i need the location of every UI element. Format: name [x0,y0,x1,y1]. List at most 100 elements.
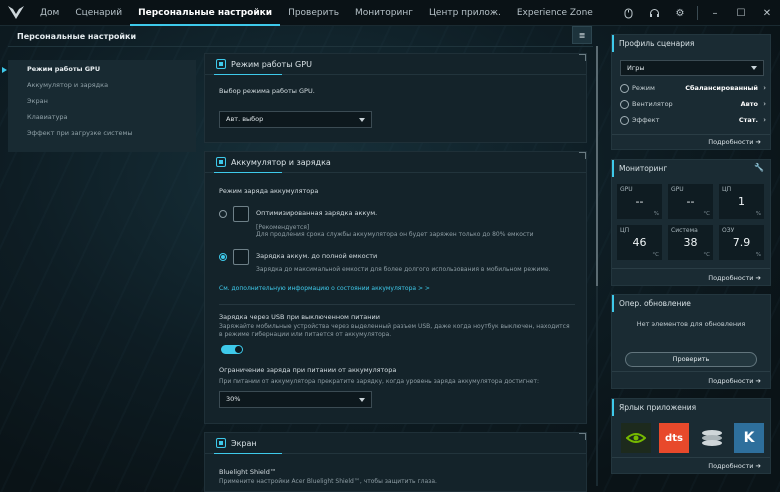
scrollbar-thumb[interactable] [596,46,598,286]
divider [697,6,698,20]
metric-label: ОЗУ [722,227,735,234]
row-label: Вентилятор [632,100,673,108]
divider [612,371,770,372]
usb-charge-desc-2: в режиме гибернации или питается от акку… [219,331,392,338]
divider [612,134,770,135]
gpu-mode-label: Выбор режима работы GPU. [219,87,315,95]
metric-value: -- [686,195,695,208]
check-updates-button[interactable]: Проверить [625,352,757,367]
minimize-icon[interactable]: – [702,0,728,26]
battery-icon [216,157,226,167]
bluelight-title: Bluelight Shield™ [219,468,277,476]
section-title: Режим работы GPU [231,59,312,69]
arrow-right-icon: ➔ [755,462,761,470]
tab-check[interactable]: Проверить [280,0,347,26]
charge-limit-select[interactable]: 30% [219,391,372,408]
row-value: Сбалансированный [685,84,758,92]
battery-80-icon [233,206,249,222]
killer-app-icon[interactable]: K [734,423,764,453]
charge-limit-desc: При питании от аккумулятора прекратите з… [219,378,539,385]
panel-toggle-icon[interactable]: ≣ [572,26,592,44]
widget-title: Мониторинг [612,160,770,177]
metric-label: Система [671,227,698,234]
sidebar-item-gpu-mode[interactable]: Режим работы GPU [2,61,196,77]
mouse-icon[interactable] [615,0,641,26]
divider [612,268,770,269]
metric-unit: % [653,211,659,217]
maximize-icon[interactable]: ☐ [728,0,754,26]
chevron-right-icon: › [763,100,766,108]
metric-value: -- [635,195,644,208]
tab-monitoring[interactable]: Мониторинг [347,0,421,26]
tab-experience-zone[interactable]: Experience Zone [509,0,601,26]
full-charge-radio[interactable] [219,253,227,261]
usb-charge-toggle[interactable] [221,345,243,354]
sidebar-item-boot-effect[interactable]: Эффект при загрузке системы [8,125,196,141]
gear-icon[interactable]: ⚙ [667,0,693,26]
metric-system-temp: Система 38 °C [668,225,713,260]
wrench-icon[interactable]: 🔧 [754,163,764,172]
widget-title: Опер. обновление [612,295,770,312]
nvidia-app-icon[interactable] [621,423,651,453]
optimized-charge-desc: Для продления срока службы аккумулятора … [256,231,534,238]
tab-scenario[interactable]: Сценарий [67,0,130,26]
screen-icon [216,438,226,448]
arrow-right-icon: ➔ [755,377,761,385]
metric-unit: °C [703,252,710,258]
sun-icon [620,116,629,125]
metric-label: GPU [671,186,684,193]
profile-row-effect[interactable]: Эффект Стат. › [620,114,766,128]
metric-value: 46 [632,236,647,249]
row-value: Стат. [738,116,758,124]
metric-label: ЦП [620,227,630,234]
section-title: Аккумулятор и зарядка [231,157,331,167]
divider [612,457,770,458]
optimized-charge-radio[interactable] [219,210,227,218]
close-icon[interactable]: ✕ [754,0,780,26]
app-shortcuts-widget: Ярлык приложения dts K Подробности ➔ [611,398,771,474]
no-updates-text: Нет элементов для обновления [636,320,746,328]
headset-icon[interactable] [641,0,667,26]
tab-home[interactable]: Дом [32,0,67,26]
profile-row-mode[interactable]: Режим Сбалансированный › [620,82,766,96]
profile-select[interactable]: Игры [620,60,764,76]
metric-gpu-temp: GPU -- °C [668,184,713,219]
row-value: Авто [740,100,758,108]
divider [8,46,593,47]
gpu-mode-section: Режим работы GPU Выбор режима работы GPU… [204,53,587,143]
charge-mode-label: Режим заряда аккумулятора [219,187,319,195]
select-value: Игры [627,64,645,72]
fan-icon [620,100,629,109]
metric-value: 38 [683,236,698,249]
arrow-right-icon: ➔ [755,274,761,282]
storage-app-icon[interactable] [697,423,727,453]
metric-unit: °C [652,252,659,258]
widget-title: Ярлык приложения [612,399,770,416]
metric-label: GPU [620,186,633,193]
battery-info-link[interactable]: См. дополнительную информацию о состояни… [219,285,430,292]
link-label: Подробности [708,462,754,470]
sidebar-item-battery[interactable]: Аккумулятор и зарядка [8,77,196,93]
widget-title: Профиль сценария [612,35,770,52]
sidebar-item-keyboard[interactable]: Клавиатура [8,109,196,125]
settings-sidebar: Режим работы GPU Аккумулятор и зарядка Э… [2,60,196,152]
dts-app-icon[interactable]: dts [659,423,689,453]
predator-logo-icon [8,6,24,19]
battery-full-icon [233,249,249,265]
metric-value: 7.9 [732,236,751,249]
update-details-link[interactable]: Подробности ➔ [708,377,761,385]
arrow-right-icon: ➔ [755,138,761,146]
profile-row-fan[interactable]: Вентилятор Авто › [620,98,766,112]
metric-unit: °C [703,211,710,217]
shortcuts-details-link[interactable]: Подробности ➔ [708,462,761,470]
sidebar-item-screen[interactable]: Экран [8,93,196,109]
monitoring-widget: Мониторинг 🔧 GPU --% GPU -- °C ЦП 1% ЦП 46 °C … [611,159,771,286]
gpu-mode-select[interactable]: Авт. выбор [219,111,372,128]
tab-personal-settings[interactable]: Персональные настройки [130,0,281,26]
tab-app-center[interactable]: Центр прилож. [421,0,509,26]
profile-details-link[interactable]: Подробности ➔ [708,138,761,146]
select-value: Авт. выбор [226,115,264,123]
monitoring-details-link[interactable]: Подробности ➔ [708,274,761,282]
section-header: Режим работы GPU [205,54,586,75]
metric-cpu-load: ЦП 1% [719,184,764,219]
